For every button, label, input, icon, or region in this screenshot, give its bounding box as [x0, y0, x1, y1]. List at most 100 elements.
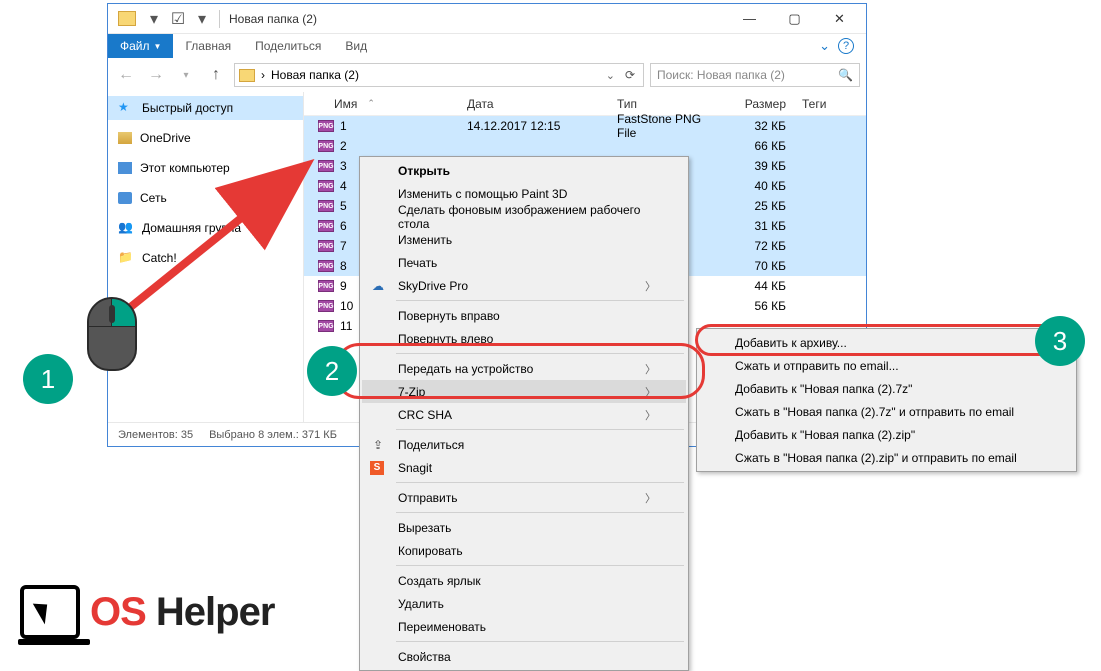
menu-item[interactable]: Сжать и отправить по email...: [699, 354, 1074, 377]
menu-item-label: Поделиться: [398, 438, 464, 452]
status-selected: Выбрано 8 элем.: 371 КБ: [209, 429, 337, 441]
tab-file[interactable]: Файл▼: [108, 34, 173, 58]
menu-item-label: Создать ярлык: [398, 574, 481, 588]
tab-file-label: Файл: [120, 39, 150, 53]
chevron-down-icon[interactable]: ⌄: [606, 69, 615, 82]
file-row[interactable]: PNG114.12.2017 12:15FastStone PNG File32…: [304, 116, 866, 136]
tab-home[interactable]: Главная: [173, 34, 243, 58]
sidebar-item-label: Этот компьютер: [140, 161, 230, 175]
png-file-icon: PNG: [318, 120, 334, 132]
menu-item[interactable]: Повернуть вправо: [362, 304, 686, 327]
menu-item[interactable]: Сжать в "Новая папка (2).7z" и отправить…: [699, 400, 1074, 423]
folder-icon: [239, 69, 255, 82]
close-button[interactable]: ✕: [817, 4, 862, 33]
nav-up-button[interactable]: ↑: [204, 63, 228, 87]
menu-item-label: 7-Zip: [398, 385, 425, 399]
png-file-icon: PNG: [318, 300, 334, 312]
refresh-icon[interactable]: ⟳: [625, 68, 635, 82]
menu-item[interactable]: Свойства: [362, 645, 686, 668]
star-icon: ★: [118, 100, 134, 116]
nav-history-dropdown[interactable]: ▾: [174, 63, 198, 87]
menu-item[interactable]: Передать на устройство 〉: [362, 357, 686, 380]
qa-dropdown-icon[interactable]: ▾: [143, 8, 165, 30]
menu-item[interactable]: Сжать в "Новая папка (2).zip" и отправит…: [699, 446, 1074, 469]
file-row[interactable]: PNG266 КБ: [304, 136, 866, 156]
snagit-icon: S: [370, 461, 384, 475]
annotation-badge-3: 3: [1035, 316, 1085, 366]
file-name: 4: [340, 179, 347, 193]
menu-item[interactable]: Создать ярлык: [362, 569, 686, 592]
submenu-arrow-icon: 〉: [645, 361, 656, 377]
share-icon: ⇪: [370, 437, 386, 453]
menu-item[interactable]: ☁SkyDrive Pro〉: [362, 274, 686, 297]
tab-share[interactable]: Поделиться: [243, 34, 333, 58]
search-icon[interactable]: 🔍: [838, 68, 853, 82]
nav-back-button[interactable]: ←: [114, 63, 138, 87]
nav-forward-button[interactable]: →: [144, 63, 168, 87]
minimize-button[interactable]: —: [727, 4, 772, 33]
ribbon-expand-icon[interactable]: ⌄: [819, 38, 830, 54]
submenu-7zip: Добавить к архиву...Сжать и отправить по…: [696, 328, 1077, 472]
help-icon[interactable]: ?: [838, 38, 854, 54]
menu-item[interactable]: Копировать: [362, 539, 686, 562]
col-name[interactable]: Имя⌃: [304, 97, 459, 111]
menu-item[interactable]: Повернуть влево: [362, 327, 686, 350]
file-name: 3: [340, 159, 347, 173]
onedrive-icon: [118, 132, 132, 144]
menu-item[interactable]: ⇪ Поделиться: [362, 433, 686, 456]
sidebar-item-this-pc[interactable]: Этот компьютер: [108, 156, 303, 180]
menu-item[interactable]: Открыть: [362, 159, 686, 182]
sidebar-item-network[interactable]: Сеть: [108, 186, 303, 210]
sidebar-item-label: Сеть: [140, 191, 167, 205]
sidebar-item-catch[interactable]: 📁Catch!: [108, 246, 303, 270]
menu-item[interactable]: Вырезать: [362, 516, 686, 539]
menu-item[interactable]: Изменить: [362, 228, 686, 251]
png-file-icon: PNG: [318, 260, 334, 272]
logo-os: OS: [90, 590, 146, 634]
menu-separator: [396, 641, 684, 642]
menu-item[interactable]: Добавить к архиву...: [699, 331, 1074, 354]
menu-item-label: Сжать в "Новая папка (2).7z" и отправить…: [735, 405, 1014, 419]
menu-item[interactable]: Добавить к "Новая папка (2).7z": [699, 377, 1074, 400]
col-type[interactable]: Тип: [609, 97, 719, 111]
sidebar-item-quick-access[interactable]: ★ Быстрый доступ: [108, 96, 303, 120]
col-date[interactable]: Дата: [459, 97, 609, 111]
menu-item[interactable]: Удалить: [362, 592, 686, 615]
menu-item-label: CRC SHA: [398, 408, 452, 422]
path-text[interactable]: Новая папка (2): [271, 68, 359, 82]
sidebar-item-label: Быстрый доступ: [142, 101, 233, 115]
file-name: 8: [340, 259, 347, 273]
qa-dropdown2-icon[interactable]: ▾: [191, 8, 213, 30]
sidebar-item-onedrive[interactable]: OneDrive: [108, 126, 303, 150]
col-size[interactable]: Размер: [719, 97, 794, 111]
file-date: 14.12.2017 12:15: [459, 119, 609, 133]
menu-separator: [396, 482, 684, 483]
window-controls: — ▢ ✕: [727, 4, 862, 33]
qa-checkbox-icon[interactable]: ☑: [167, 8, 189, 30]
submenu-arrow-icon: 〉: [645, 407, 656, 423]
file-size: 56 КБ: [719, 299, 794, 313]
col-tags[interactable]: Теги: [794, 97, 866, 111]
search-input[interactable]: Поиск: Новая папка (2) 🔍: [650, 63, 860, 87]
sidebar-item-homegroup[interactable]: 👥Домашняя группа: [108, 216, 303, 240]
address-bar[interactable]: › Новая папка (2) ⌄ ⟳: [234, 63, 644, 87]
menu-item-label: Передать на устройство: [398, 362, 533, 376]
menu-item[interactable]: Отправить〉: [362, 486, 686, 509]
file-name: 5: [340, 199, 347, 213]
maximize-button[interactable]: ▢: [772, 4, 817, 33]
menu-item[interactable]: CRC SHA 〉: [362, 403, 686, 426]
file-type: FastStone PNG File: [609, 112, 719, 140]
catch-icon: 📁: [118, 250, 134, 266]
menu-separator: [396, 512, 684, 513]
ribbon-tabs: Файл▼ Главная Поделиться Вид ⌄ ?: [108, 34, 866, 58]
submenu-arrow-icon: 〉: [645, 490, 656, 506]
menu-item[interactable]: Сделать фоновым изображением рабочего ст…: [362, 205, 686, 228]
menu-item[interactable]: Переименовать: [362, 615, 686, 638]
menu-separator: [396, 429, 684, 430]
menu-item[interactable]: Печать: [362, 251, 686, 274]
tab-view[interactable]: Вид: [333, 34, 379, 58]
menu-item[interactable]: SSnagit: [362, 456, 686, 479]
menu-item[interactable]: Добавить к "Новая папка (2).zip": [699, 423, 1074, 446]
menu-item[interactable]: 7-Zip〉: [362, 380, 686, 403]
menu-separator: [396, 300, 684, 301]
